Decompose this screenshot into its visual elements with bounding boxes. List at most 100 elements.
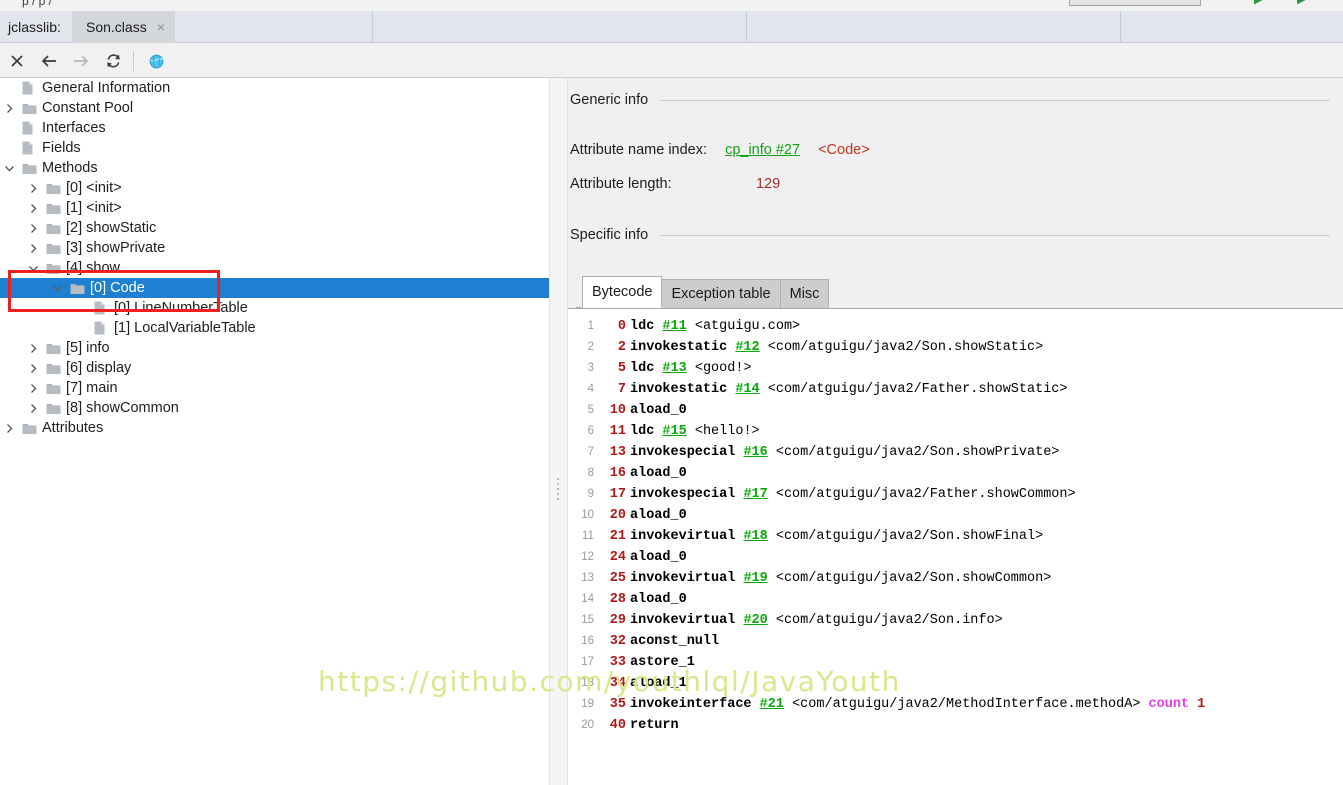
bytecode-line[interactable]: 1020aload_0 xyxy=(568,505,1343,526)
tree-item[interactable]: [5] info xyxy=(0,338,549,358)
bytecode-line[interactable]: 1529invokevirtual #20 <com/atguigu/java2… xyxy=(568,610,1343,631)
splitter-grip[interactable] xyxy=(557,478,559,503)
bytecode-line[interactable]: 713invokespecial #16 <com/atguigu/java2/… xyxy=(568,442,1343,463)
chevron-down-icon[interactable] xyxy=(52,278,64,298)
tree-item[interactable]: General Information xyxy=(0,78,549,98)
bytecode-line[interactable]: 1224aload_0 xyxy=(568,547,1343,568)
cp-info-link[interactable]: cp_info #27 xyxy=(725,142,800,158)
tab-son-class[interactable]: Son.class × xyxy=(72,11,175,43)
bytecode-instruction: invokevirtual #19 <com/atguigu/java2/Son… xyxy=(630,568,1051,589)
tree-item-label: [4] show xyxy=(66,258,120,278)
bytecode-line[interactable]: 1428aload_0 xyxy=(568,589,1343,610)
constant-pool-link[interactable]: #16 xyxy=(743,445,767,460)
chevron-right-icon[interactable] xyxy=(28,398,40,418)
close-icon[interactable] xyxy=(4,48,30,74)
instruction-descriptor: <com/atguigu/java2/Son.showFinal> xyxy=(776,529,1043,544)
bytecode-line[interactable]: 1935invokeinterface #21 <com/atguigu/jav… xyxy=(568,694,1343,715)
back-arrow-icon[interactable] xyxy=(36,48,62,74)
tree-item[interactable]: [2] showStatic xyxy=(0,218,549,238)
tree-item[interactable]: [7] main xyxy=(0,378,549,398)
count-label: count xyxy=(1149,697,1190,712)
tab-misc[interactable]: Misc xyxy=(780,279,830,308)
tree-item[interactable]: Fields xyxy=(0,138,549,158)
attribute-name-index-label: Attribute name index: xyxy=(570,142,707,158)
breadcrumb[interactable]: p / p / xyxy=(22,0,52,8)
tree-item[interactable]: [3] showPrivate xyxy=(0,238,549,258)
bytecode-line[interactable]: 35ldc #13 <good!> xyxy=(568,358,1343,379)
tab-exception-table[interactable]: Exception table xyxy=(661,279,780,308)
panel-splitter[interactable] xyxy=(549,78,568,785)
tree-item[interactable]: [0] <init> xyxy=(0,178,549,198)
bytecode-offset: 16 xyxy=(600,463,626,484)
bytecode-line[interactable]: 510aload_0 xyxy=(568,400,1343,421)
toolbar-separator xyxy=(133,51,134,71)
bytecode-line[interactable]: 47invokestatic #14 <com/atguigu/java2/Fa… xyxy=(568,379,1343,400)
bytecode-line[interactable]: 816aload_0 xyxy=(568,463,1343,484)
tree-item-selected[interactable]: [0] Code xyxy=(0,278,549,298)
chevron-right-icon[interactable] xyxy=(28,218,40,238)
chevron-right-icon[interactable] xyxy=(28,378,40,398)
bytecode-line[interactable]: 10ldc #11 <atguigu.com> xyxy=(568,316,1343,337)
opcode-mnemonic: invokevirtual xyxy=(630,571,735,586)
constant-pool-link[interactable]: #20 xyxy=(743,613,767,628)
forward-arrow-icon xyxy=(68,48,94,74)
debug-icon[interactable]: ▶ xyxy=(1297,0,1305,6)
tree-item[interactable]: Attributes xyxy=(0,418,549,438)
tree-item-label: General Information xyxy=(42,78,170,98)
reload-icon[interactable] xyxy=(100,48,126,74)
class-structure-tree[interactable]: General InformationConstant PoolInterfac… xyxy=(0,78,549,785)
constant-pool-link[interactable]: #13 xyxy=(662,361,686,376)
tree-item[interactable]: [4] show xyxy=(0,258,549,278)
bytecode-line[interactable]: 611ldc #15 <hello!> xyxy=(568,421,1343,442)
bytecode-line[interactable]: 1121invokevirtual #18 <com/atguigu/java2… xyxy=(568,526,1343,547)
chevron-right-icon[interactable] xyxy=(4,98,16,118)
bytecode-line[interactable]: 1834aload_1 xyxy=(568,673,1343,694)
tree-item[interactable]: [6] display xyxy=(0,358,549,378)
bytecode-instruction: ldc #15 <hello!> xyxy=(630,421,760,442)
run-icon[interactable]: ▶ xyxy=(1254,0,1262,6)
constant-pool-link[interactable]: #11 xyxy=(662,319,686,334)
browse-icon[interactable] xyxy=(143,48,169,74)
tree-item[interactable]: [8] showCommon xyxy=(0,398,549,418)
chevron-right-icon[interactable] xyxy=(28,358,40,378)
tree-item[interactable]: Constant Pool xyxy=(0,98,549,118)
tree-item[interactable]: Interfaces xyxy=(0,118,549,138)
constant-pool-link[interactable]: #14 xyxy=(735,382,759,397)
bytecode-instruction: aload_0 xyxy=(630,400,687,421)
opcode-mnemonic: invokevirtual xyxy=(630,529,735,544)
constant-pool-link[interactable]: #18 xyxy=(743,529,767,544)
tab-bytecode[interactable]: Bytecode xyxy=(582,276,662,308)
chevron-right-icon[interactable] xyxy=(4,418,16,438)
bytecode-panel[interactable]: 10ldc #11 <atguigu.com>22invokestatic #1… xyxy=(568,308,1343,785)
tree-item[interactable]: [0] LineNumberTable xyxy=(0,298,549,318)
line-number: 13 xyxy=(568,568,594,589)
chevron-right-icon[interactable] xyxy=(28,198,40,218)
tree-item-label: [2] showStatic xyxy=(66,218,156,238)
specific-info-section: Specific info xyxy=(570,227,1340,243)
chevron-right-icon[interactable] xyxy=(28,178,40,198)
chevron-down-icon[interactable] xyxy=(4,158,16,178)
constant-pool-link[interactable]: #17 xyxy=(743,487,767,502)
bytecode-line[interactable]: 22invokestatic #12 <com/atguigu/java2/So… xyxy=(568,337,1343,358)
constant-pool-link[interactable]: #15 xyxy=(662,424,686,439)
bytecode-offset: 25 xyxy=(600,568,626,589)
constant-pool-link[interactable]: #19 xyxy=(743,571,767,586)
bytecode-line[interactable]: 2040return xyxy=(568,715,1343,736)
generic-info-title: Generic info xyxy=(570,92,648,108)
bytecode-line[interactable]: 1733astore_1 xyxy=(568,652,1343,673)
instruction-descriptor: <atguigu.com> xyxy=(695,319,800,334)
toolbar-combo-box[interactable] xyxy=(1069,0,1201,6)
chevron-right-icon[interactable] xyxy=(28,238,40,258)
chevron-right-icon[interactable] xyxy=(28,338,40,358)
constant-pool-link[interactable]: #12 xyxy=(735,340,759,355)
bytecode-line[interactable]: 13 25invokevirtual #19 <com/atguigu/java2… xyxy=(568,568,1343,589)
tree-item[interactable]: Methods xyxy=(0,158,549,178)
chevron-down-icon[interactable] xyxy=(28,258,40,278)
bytecode-line[interactable]: 1632aconst_null xyxy=(568,631,1343,652)
detail-tab-bar[interactable]: BytecodeException tableMisc xyxy=(576,276,828,308)
bytecode-line[interactable]: 917invokespecial #17 <com/atguigu/java2/… xyxy=(568,484,1343,505)
tree-item[interactable]: [1] <init> xyxy=(0,198,549,218)
close-icon[interactable]: × xyxy=(157,20,165,34)
tree-item[interactable]: [1] LocalVariableTable xyxy=(0,318,549,338)
constant-pool-link[interactable]: #21 xyxy=(760,697,784,712)
